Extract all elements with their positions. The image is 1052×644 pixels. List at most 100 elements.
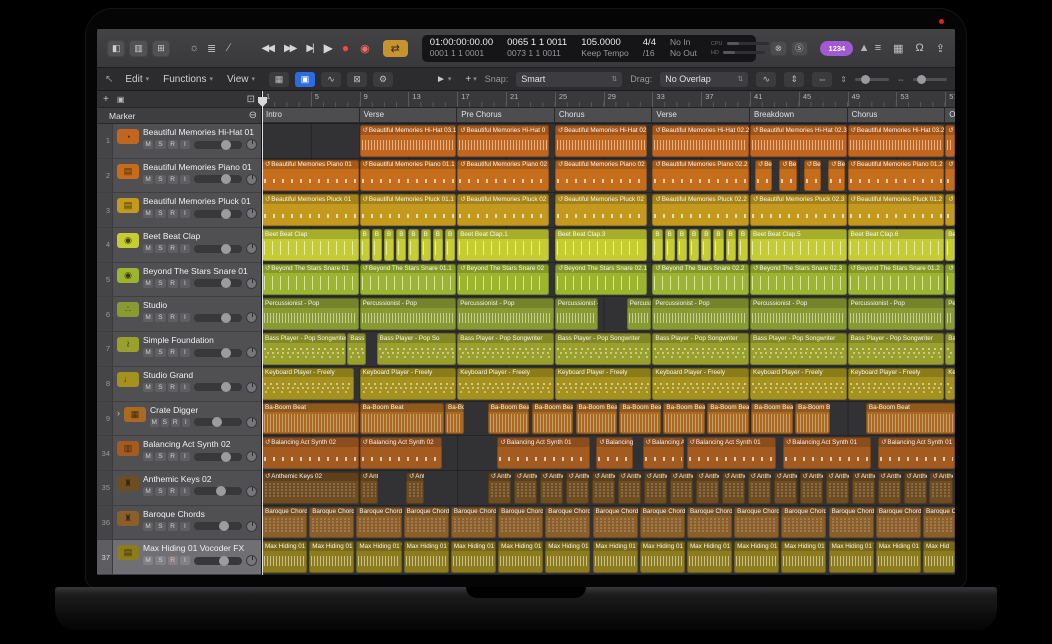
functions-menu[interactable]: Functions▾ — [163, 74, 213, 85]
solo-button[interactable]: S — [155, 522, 165, 531]
region[interactable]: ↺Balancing — [596, 437, 633, 469]
region[interactable]: ↺Be — [755, 160, 772, 192]
waveform-zoom-button[interactable]: ∿ — [756, 72, 776, 87]
region[interactable]: B — [701, 229, 711, 261]
solo-button[interactable]: S — [155, 279, 165, 288]
region[interactable]: ↺Beautiful Memories Pluck 01 — [262, 194, 359, 226]
region[interactable]: Max Hiding 01 V — [545, 541, 590, 573]
mute-button[interactable]: M — [143, 522, 153, 531]
region[interactable]: Max Hiding 01 V — [734, 541, 779, 573]
region[interactable]: Percuss — [627, 298, 652, 330]
region[interactable]: ↺Anthe — [644, 472, 667, 504]
region[interactable]: ↺Balancing Act Synth 02 — [360, 437, 442, 469]
pan-knob[interactable] — [246, 451, 257, 462]
record-enable-button[interactable]: R — [168, 348, 178, 357]
region[interactable]: ↺Beautiful Memories Pluck 02.2 — [652, 194, 749, 226]
region[interactable]: ↺Beyond The Stars Snare 02.3 — [750, 264, 847, 296]
vertical-zoom-slider[interactable] — [855, 78, 889, 81]
region[interactable]: ↺Beautiful Memories Pluck 02.3 — [750, 194, 847, 226]
region[interactable]: Keyboard Player - Freely — [360, 368, 457, 400]
region[interactable]: Ba-Boo — [445, 403, 464, 435]
solo-button[interactable]: S — [155, 556, 165, 565]
volume-slider[interactable] — [194, 349, 242, 357]
marker-outro[interactable]: Outro — [945, 108, 955, 122]
region[interactable]: ↺Anthe — [826, 472, 849, 504]
region[interactable]: ↺Balancing Act Synth 01 — [878, 437, 955, 469]
region[interactable]: Beet Beat Clap.6 — [848, 229, 945, 261]
region[interactable]: ↺Be — [779, 160, 796, 192]
region[interactable]: B — [689, 229, 699, 261]
mute-button[interactable]: M — [143, 313, 153, 322]
region[interactable]: Keyboard Player - Freely — [262, 368, 354, 400]
marker-verse[interactable]: Verse — [360, 108, 458, 122]
region[interactable]: Keyboard Player - Freely — [848, 368, 945, 400]
region[interactable]: ↺Anthe — [929, 472, 952, 504]
region[interactable]: ↺Beyond The Stars Snare 01.2 — [848, 264, 945, 296]
region[interactable]: B — [408, 229, 418, 261]
region[interactable]: ↺Anthe — [618, 472, 641, 504]
grid-view-button[interactable]: ▦ — [269, 72, 289, 87]
solo-button[interactable]: S — [155, 348, 165, 357]
region[interactable]: ↺Anthe — [592, 472, 615, 504]
region[interactable]: B — [652, 229, 662, 261]
marker-pre-chorus[interactable]: Pre Chorus — [457, 108, 555, 122]
track-header[interactable]: 6∴StudioMSRI — [97, 297, 261, 332]
region[interactable]: Beet Ba — [945, 229, 955, 261]
region[interactable]: Bass P — [347, 333, 366, 365]
region[interactable]: ↺Beautiful Memories Piano 01.2 — [848, 160, 945, 192]
record-enable-button[interactable]: R — [168, 452, 178, 461]
pan-knob[interactable] — [246, 347, 257, 358]
pan-knob[interactable] — [246, 555, 257, 566]
region[interactable]: ↺Balancing Act — [643, 437, 685, 469]
region[interactable]: ↺Anthe — [566, 472, 589, 504]
volume-slider[interactable] — [194, 453, 242, 461]
track-header[interactable]: 35♜Anthemic Keys 02MSRI — [97, 471, 261, 506]
volume-slider[interactable] — [194, 383, 242, 391]
lcd-display[interactable]: 01:00:00:00.00 0001 1 1 0001 0065 1 1 00… — [422, 35, 756, 62]
region[interactable]: B — [433, 229, 443, 261]
pan-knob[interactable] — [246, 174, 257, 185]
region[interactable]: Ba-Boom Beat — [751, 403, 793, 435]
pan-knob[interactable] — [246, 278, 257, 289]
record-enable-button[interactable]: R — [168, 383, 178, 392]
region[interactable]: Ba-Boom Beat — [360, 403, 444, 435]
input-monitor-button[interactable]: I — [180, 140, 190, 149]
flex-button[interactable]: ∿ — [321, 72, 341, 87]
region[interactable]: ↺Anthe — [696, 472, 719, 504]
track-header[interactable]: 3▤Beautiful Memories Pluck 01MSRI — [97, 193, 261, 228]
volume-slider[interactable] — [194, 314, 242, 322]
region[interactable]: Baroque Chords — [451, 507, 496, 539]
region[interactable]: Baroque Chords — [498, 507, 543, 539]
region[interactable]: Percussionist - Pop — [360, 298, 457, 330]
horizontal-zoom-slider[interactable] — [913, 78, 947, 81]
region[interactable]: ↺Beyond The Stars Snare 01 — [262, 264, 359, 296]
region[interactable]: ↺Anthe — [748, 472, 771, 504]
region[interactable]: Ba-Boom Beat — [866, 403, 955, 435]
region[interactable]: Beet Beat Clap.1 — [457, 229, 549, 261]
region[interactable]: Percussionist - Pop — [262, 298, 359, 330]
region[interactable]: B — [372, 229, 382, 261]
share-icon[interactable]: ⇪ — [936, 42, 945, 55]
mute-button[interactable]: M — [143, 140, 153, 149]
region[interactable]: B — [713, 229, 723, 261]
region[interactable]: Max Hiding 01 V — [451, 541, 496, 573]
replace-button[interactable]: ⊗ — [770, 41, 787, 56]
pan-knob[interactable] — [246, 417, 257, 428]
region[interactable]: ↺Beyond The Stars Snare 02.2 — [652, 264, 749, 296]
region[interactable]: ↺Anthe — [360, 472, 379, 504]
region[interactable]: ↺Beaut — [945, 194, 955, 226]
region[interactable]: Baroque Chords — [309, 507, 354, 539]
region[interactable]: Max Hiding 01 V — [356, 541, 401, 573]
track-header[interactable]: 34▥Balancing Act Synth 02MSRI — [97, 436, 261, 471]
record-enable-button[interactable]: R — [168, 487, 178, 496]
input-monitor-button[interactable]: I — [180, 452, 190, 461]
pan-knob[interactable] — [246, 486, 257, 497]
region[interactable]: ↺Beautiful Memories Piano 01.1 — [360, 160, 457, 192]
record-enable-button[interactable]: R — [168, 175, 178, 184]
region[interactable]: ↺Beyond The Stars Snare 02 — [457, 264, 549, 296]
region[interactable]: ↺Beautiful Memories Piano 02.2 — [652, 160, 749, 192]
region[interactable]: ↺Anthe — [488, 472, 511, 504]
secondary-tool-menu[interactable]: +▾ — [465, 74, 476, 85]
pan-knob[interactable] — [246, 521, 257, 532]
snap-select[interactable]: Smart⇅ — [516, 72, 622, 87]
